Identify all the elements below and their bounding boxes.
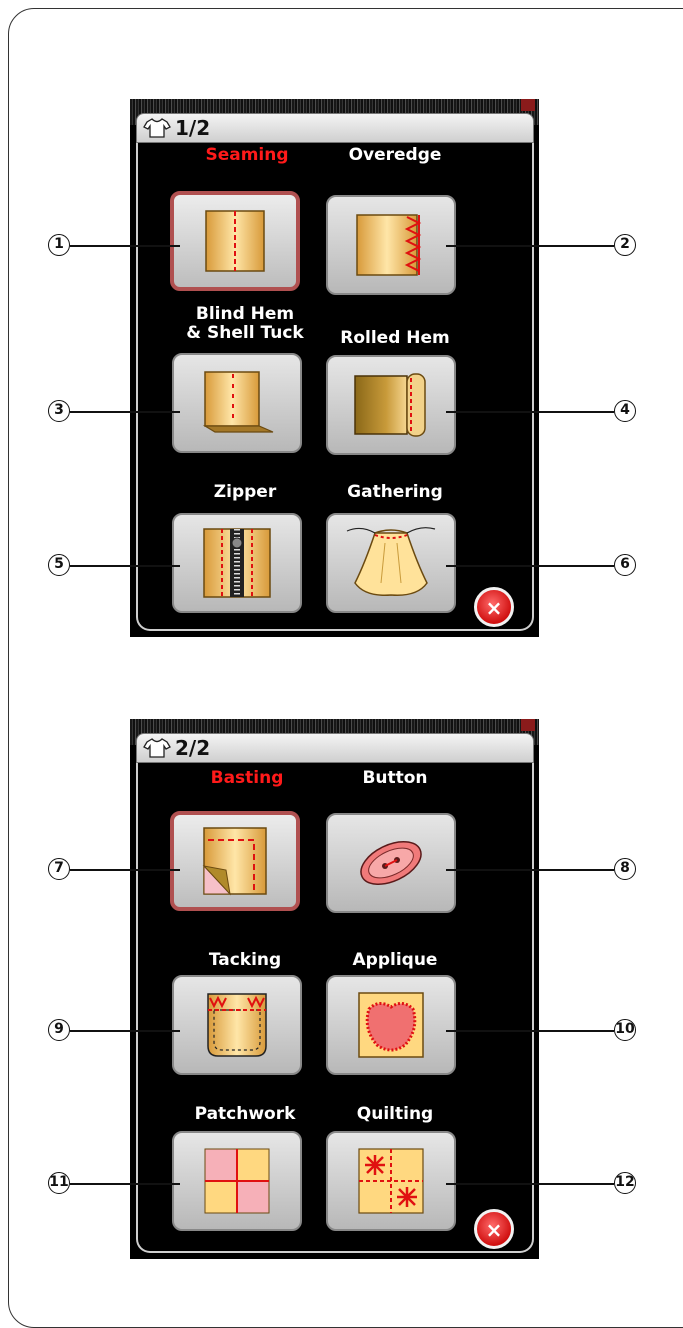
callout-line-7 <box>70 869 180 871</box>
callout-line-11 <box>70 1183 180 1185</box>
tacking-icon <box>207 993 267 1057</box>
tile-label-rolled-hem: Rolled Hem <box>340 328 450 348</box>
page-indicator: 2/2 <box>175 736 211 760</box>
callout-line-2 <box>446 245 614 247</box>
tile-label-seaming: Seaming <box>205 145 289 165</box>
callout-8: 8 <box>614 858 636 880</box>
gathering-icon <box>346 527 436 596</box>
button-icon <box>360 841 422 885</box>
quilting-button[interactable] <box>326 1131 456 1231</box>
callout-12: 12 <box>614 1172 636 1194</box>
close-icon: × <box>485 1218 503 1242</box>
title-bar: 2/2 <box>136 733 534 763</box>
quilting-icon <box>358 1148 424 1214</box>
screen-page-2: 2/2 Basting Button Tacking Applique Patc… <box>130 719 539 1259</box>
callout-6: 6 <box>614 554 636 576</box>
basting-icon <box>202 827 267 896</box>
patchwork-button[interactable] <box>172 1131 302 1231</box>
close-button[interactable]: × <box>474 1209 514 1249</box>
blind-hem-button[interactable] <box>172 353 302 453</box>
shirt-icon <box>143 118 171 138</box>
callout-9: 9 <box>48 1019 70 1041</box>
callout-line-8 <box>446 869 614 871</box>
callout-3: 3 <box>48 400 70 422</box>
tile-label-quilting: Quilting <box>356 1104 434 1124</box>
shirt-icon <box>143 738 171 758</box>
callout-11: 11 <box>48 1172 70 1194</box>
screen-page-1: 1/2 Seaming Overedge Blind Hem & Shell T… <box>130 99 539 637</box>
blind-hem-icon <box>202 371 274 433</box>
callout-2: 2 <box>614 234 636 256</box>
seaming-button[interactable] <box>170 191 300 291</box>
callout-line-4 <box>446 411 614 413</box>
callout-line-3 <box>70 411 180 413</box>
tile-label-blind-hem-text: Blind Hem & Shell Tuck <box>186 304 304 343</box>
tacking-button[interactable] <box>172 975 302 1075</box>
callout-line-12 <box>446 1183 614 1185</box>
tile-label-overedge: Overedge <box>348 145 442 165</box>
tile-label-patchwork: Patchwork <box>194 1104 296 1124</box>
status-indicator <box>521 99 535 111</box>
status-indicator <box>521 719 535 731</box>
callout-5: 5 <box>48 554 70 576</box>
tile-label-zipper: Zipper <box>213 482 277 502</box>
overedge-icon <box>356 214 422 276</box>
zipper-button[interactable] <box>172 513 302 613</box>
callout-line-1 <box>70 245 180 247</box>
rolled-hem-icon <box>354 373 426 437</box>
tile-label-applique: Applique <box>352 950 438 970</box>
callout-line-10 <box>446 1030 614 1032</box>
rolled-hem-button[interactable] <box>326 355 456 455</box>
page-indicator: 1/2 <box>175 116 211 140</box>
zipper-icon <box>203 528 271 598</box>
tile-label-blind-hem: Blind Hem & Shell Tuck <box>170 305 320 343</box>
tile-label-tacking: Tacking <box>208 950 282 970</box>
callout-4: 4 <box>614 400 636 422</box>
gathering-button[interactable] <box>326 513 456 613</box>
close-button[interactable]: × <box>474 587 514 627</box>
button-button[interactable] <box>326 813 456 913</box>
tile-label-basting: Basting <box>210 768 284 788</box>
overedge-button[interactable] <box>326 195 456 295</box>
applique-icon <box>358 992 424 1058</box>
title-bar: 1/2 <box>136 113 534 143</box>
seaming-icon <box>205 210 265 272</box>
callout-line-5 <box>70 565 180 567</box>
close-icon: × <box>485 596 503 620</box>
applique-button[interactable] <box>326 975 456 1075</box>
patchwork-icon <box>204 1148 270 1214</box>
tile-label-button: Button <box>362 768 428 788</box>
callout-1: 1 <box>48 234 70 256</box>
tile-label-gathering: Gathering <box>347 482 443 502</box>
callout-line-6 <box>446 565 614 567</box>
callout-line-9 <box>70 1030 180 1032</box>
callout-10: 10 <box>614 1019 636 1041</box>
callout-7: 7 <box>48 858 70 880</box>
basting-button[interactable] <box>170 811 300 911</box>
